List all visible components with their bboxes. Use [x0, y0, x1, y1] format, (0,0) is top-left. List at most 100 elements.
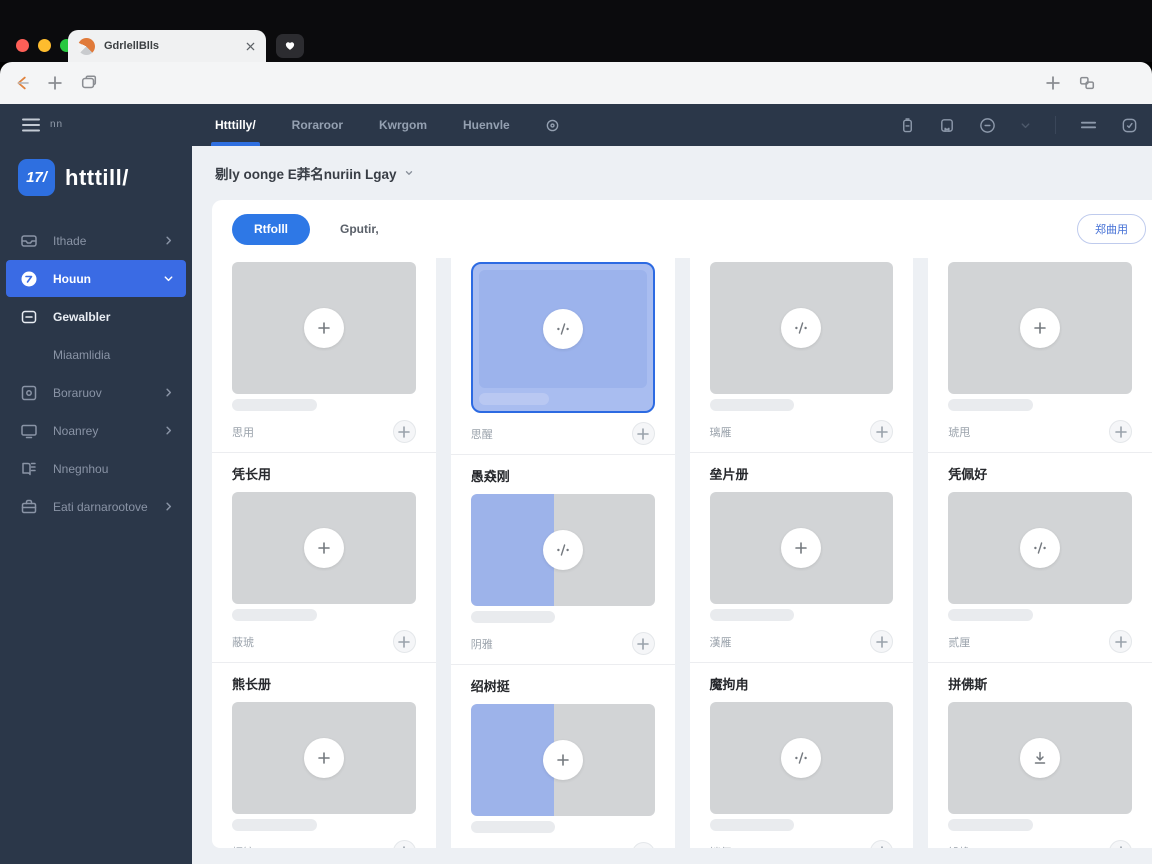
frame-icon: [20, 308, 38, 326]
disc-icon[interactable]: [979, 117, 996, 134]
section-divider: [928, 662, 1152, 663]
tab-overview-button[interactable]: [80, 74, 98, 92]
add-button[interactable]: [870, 840, 894, 848]
browser-tab[interactable]: GdrlellBlls: [68, 30, 266, 62]
add-button[interactable]: [392, 420, 416, 443]
dim-chevron-icon[interactable]: [1020, 120, 1031, 131]
equals-icon[interactable]: [1080, 118, 1097, 132]
app-logo-icon: 17/: [18, 159, 55, 196]
thumb-action-button[interactable]: [303, 528, 344, 568]
card-section-3-2: 拼佛斯 铅橡: [948, 674, 1132, 848]
card-thumbnail[interactable]: [709, 492, 894, 621]
skeleton-bar: [948, 819, 1033, 831]
downloads-button[interactable]: [1044, 74, 1062, 92]
card-label: 琥甩: [948, 426, 971, 439]
nav-item-2[interactable]: Kwrgom: [379, 104, 427, 146]
squircle-icon[interactable]: [1121, 117, 1138, 134]
new-tab-button[interactable]: [46, 74, 64, 92]
thumb-action-button[interactable]: [1020, 738, 1061, 778]
sidebar-item-0[interactable]: Ithade: [6, 222, 186, 259]
app-top-nav: nn Htttilly/Roraroor Kwrgom Huenvle: [0, 104, 1152, 146]
action-button[interactable]: 郑曲用: [1077, 214, 1146, 244]
sidebar-item-3[interactable]: Miaamlidia: [6, 336, 186, 373]
add-button[interactable]: [392, 630, 416, 653]
nav-item-3[interactable]: Huenvle: [463, 104, 510, 146]
card-thumbnail[interactable]: [709, 702, 894, 831]
extensions-button[interactable]: [1078, 74, 1096, 92]
card-label: 璃雁: [709, 426, 732, 439]
card-thumbnail[interactable]: [232, 492, 416, 621]
card-label: 铅橡: [948, 844, 970, 849]
card-column-3: 琥甩 凭佩好 贰厘 拼佛斯: [928, 258, 1152, 848]
sidebar-item-5[interactable]: Noanrey: [6, 412, 186, 449]
card-thumbnail[interactable]: [232, 262, 416, 411]
thumb-action-button[interactable]: [781, 738, 822, 778]
card-thumbnail[interactable]: [709, 262, 894, 411]
card-column-1: 思醒 愚猋刚 阴雅 绍树挺: [450, 258, 675, 848]
bookmark-icon[interactable]: [939, 117, 955, 134]
briefcase-icon: [20, 498, 38, 516]
breadcrumb[interactable]: 剔ly oonge E莽名nuriin Lgay: [192, 146, 1152, 200]
image-placeholder: [232, 492, 416, 604]
section-title: 凭长用: [232, 467, 272, 482]
nav-item-1[interactable]: Roraroor: [292, 104, 343, 146]
card-thumbnail[interactable]: [948, 702, 1132, 831]
plus-icon: [396, 424, 412, 440]
plus-icon: [793, 540, 809, 556]
card-thumbnail[interactable]: [470, 262, 655, 413]
card-label: 阴雅: [470, 638, 493, 651]
card-section-1-0: 思醒: [450, 262, 675, 455]
thumb-action-button[interactable]: [781, 528, 822, 568]
add-button[interactable]: [1109, 840, 1132, 848]
plus-icon: [874, 844, 890, 848]
add-button[interactable]: [870, 630, 894, 653]
secondary-filter-button[interactable]: Gputir,: [340, 222, 379, 236]
thumb-action-button[interactable]: [781, 308, 822, 348]
card-thumbnail[interactable]: [948, 492, 1132, 621]
add-button[interactable]: [631, 422, 655, 445]
card-thumbnail[interactable]: [948, 262, 1132, 411]
add-button[interactable]: [631, 632, 655, 655]
thumb-action-button[interactable]: [542, 740, 583, 780]
thumb-action-button[interactable]: [303, 308, 344, 348]
minimize-window-button[interactable]: [38, 39, 51, 52]
card-section-0-2: 熊长册 蠕镕: [232, 674, 416, 848]
image-placeholder: [478, 270, 647, 388]
image-placeholder: [948, 702, 1132, 814]
chevron-down-icon: [163, 273, 174, 284]
back-button[interactable]: [14, 74, 32, 92]
add-button[interactable]: [870, 420, 894, 443]
battery-icon[interactable]: [900, 117, 915, 134]
sidebar-item-label: Noanrey: [53, 423, 99, 438]
plus-icon: [1113, 424, 1129, 440]
hamburger-menu-icon[interactable]: [22, 117, 40, 133]
nav-item-0[interactable]: Htttilly/: [211, 104, 260, 146]
add-button[interactable]: [1109, 420, 1132, 443]
skeleton-bar: [948, 609, 1033, 621]
chevron-down-icon[interactable]: [404, 168, 414, 178]
thumb-action-button[interactable]: [542, 309, 583, 349]
thumb-action-button[interactable]: [542, 530, 583, 570]
sidebar-item-6[interactable]: Nnegnhou: [6, 450, 186, 487]
sidebar-item-label: Eati darnarootove: [53, 499, 148, 514]
tab-close-icon[interactable]: [245, 41, 256, 52]
sidebar-item-1[interactable]: Houun: [6, 260, 186, 297]
thumb-action-button[interactable]: [1020, 528, 1061, 568]
thumb-action-button[interactable]: [303, 738, 344, 778]
book-icon: [20, 460, 38, 478]
nav-circle-icon[interactable]: [546, 119, 559, 132]
sidebar-item-4[interactable]: Boraruov: [6, 374, 186, 411]
card-thumbnail[interactable]: [470, 704, 655, 833]
sidebar-item-2[interactable]: Gewalbler: [6, 298, 186, 335]
browser-extension-button[interactable]: [276, 34, 304, 58]
sidebar-logo[interactable]: 17/ htttill/: [0, 146, 192, 210]
thumb-action-button[interactable]: [1020, 308, 1061, 348]
close-window-button[interactable]: [16, 39, 29, 52]
add-button[interactable]: [1109, 630, 1132, 653]
card-thumbnail[interactable]: [232, 702, 416, 831]
sidebar-item-7[interactable]: Eati darnarootove: [6, 488, 186, 525]
card-thumbnail[interactable]: [470, 494, 655, 623]
add-button[interactable]: [631, 842, 655, 848]
add-button[interactable]: [392, 840, 416, 848]
primary-filter-button[interactable]: Rtfolll: [232, 213, 310, 245]
